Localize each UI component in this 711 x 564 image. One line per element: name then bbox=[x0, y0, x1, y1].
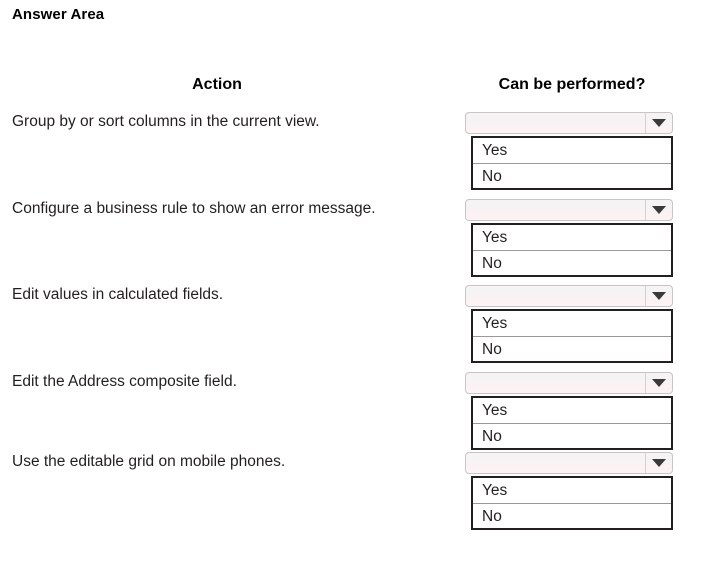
dropdown-option-list[interactable]: Yes No bbox=[471, 223, 673, 277]
dropdown-option-yes[interactable]: Yes bbox=[473, 478, 671, 503]
column-header-can-be-performed: Can be performed? bbox=[498, 76, 646, 93]
chevron-down-icon[interactable] bbox=[645, 200, 672, 220]
action-label: Edit values in calculated fields. bbox=[12, 286, 224, 303]
can-be-performed-dropdown[interactable] bbox=[465, 112, 673, 134]
dropdown-option-no[interactable]: No bbox=[473, 163, 671, 188]
dropdown-option-list[interactable]: Yes No bbox=[471, 136, 673, 190]
chevron-down-icon[interactable] bbox=[645, 286, 672, 306]
dropdown-option-no[interactable]: No bbox=[473, 423, 671, 448]
dropdown-option-list[interactable]: Yes No bbox=[471, 396, 673, 450]
action-label: Group by or sort columns in the current … bbox=[12, 113, 320, 130]
dropdown-option-yes[interactable]: Yes bbox=[473, 398, 671, 423]
action-label: Edit the Address composite field. bbox=[12, 373, 237, 390]
column-header-action: Action bbox=[192, 76, 242, 93]
dropdown-option-yes[interactable]: Yes bbox=[473, 311, 671, 336]
can-be-performed-dropdown[interactable] bbox=[465, 199, 673, 221]
action-label: Use the editable grid on mobile phones. bbox=[12, 453, 286, 470]
can-be-performed-dropdown[interactable] bbox=[465, 372, 673, 394]
dropdown-option-list[interactable]: Yes No bbox=[471, 309, 673, 363]
chevron-down-icon[interactable] bbox=[645, 453, 672, 473]
chevron-down-icon[interactable] bbox=[645, 373, 672, 393]
table-header-row: Action Can be performed? bbox=[0, 76, 711, 98]
dropdown-option-yes[interactable]: Yes bbox=[473, 138, 671, 163]
dropdown-option-no[interactable]: No bbox=[473, 503, 671, 528]
can-be-performed-dropdown[interactable] bbox=[465, 452, 673, 474]
dropdown-option-no[interactable]: No bbox=[473, 250, 671, 275]
answer-area-title: Answer Area bbox=[12, 6, 105, 23]
dropdown-option-yes[interactable]: Yes bbox=[473, 225, 671, 250]
dropdown-option-list[interactable]: Yes No bbox=[471, 476, 673, 530]
action-label: Configure a business rule to show an err… bbox=[12, 200, 376, 217]
dropdown-option-no[interactable]: No bbox=[473, 336, 671, 361]
can-be-performed-dropdown[interactable] bbox=[465, 285, 673, 307]
chevron-down-icon[interactable] bbox=[645, 113, 672, 133]
